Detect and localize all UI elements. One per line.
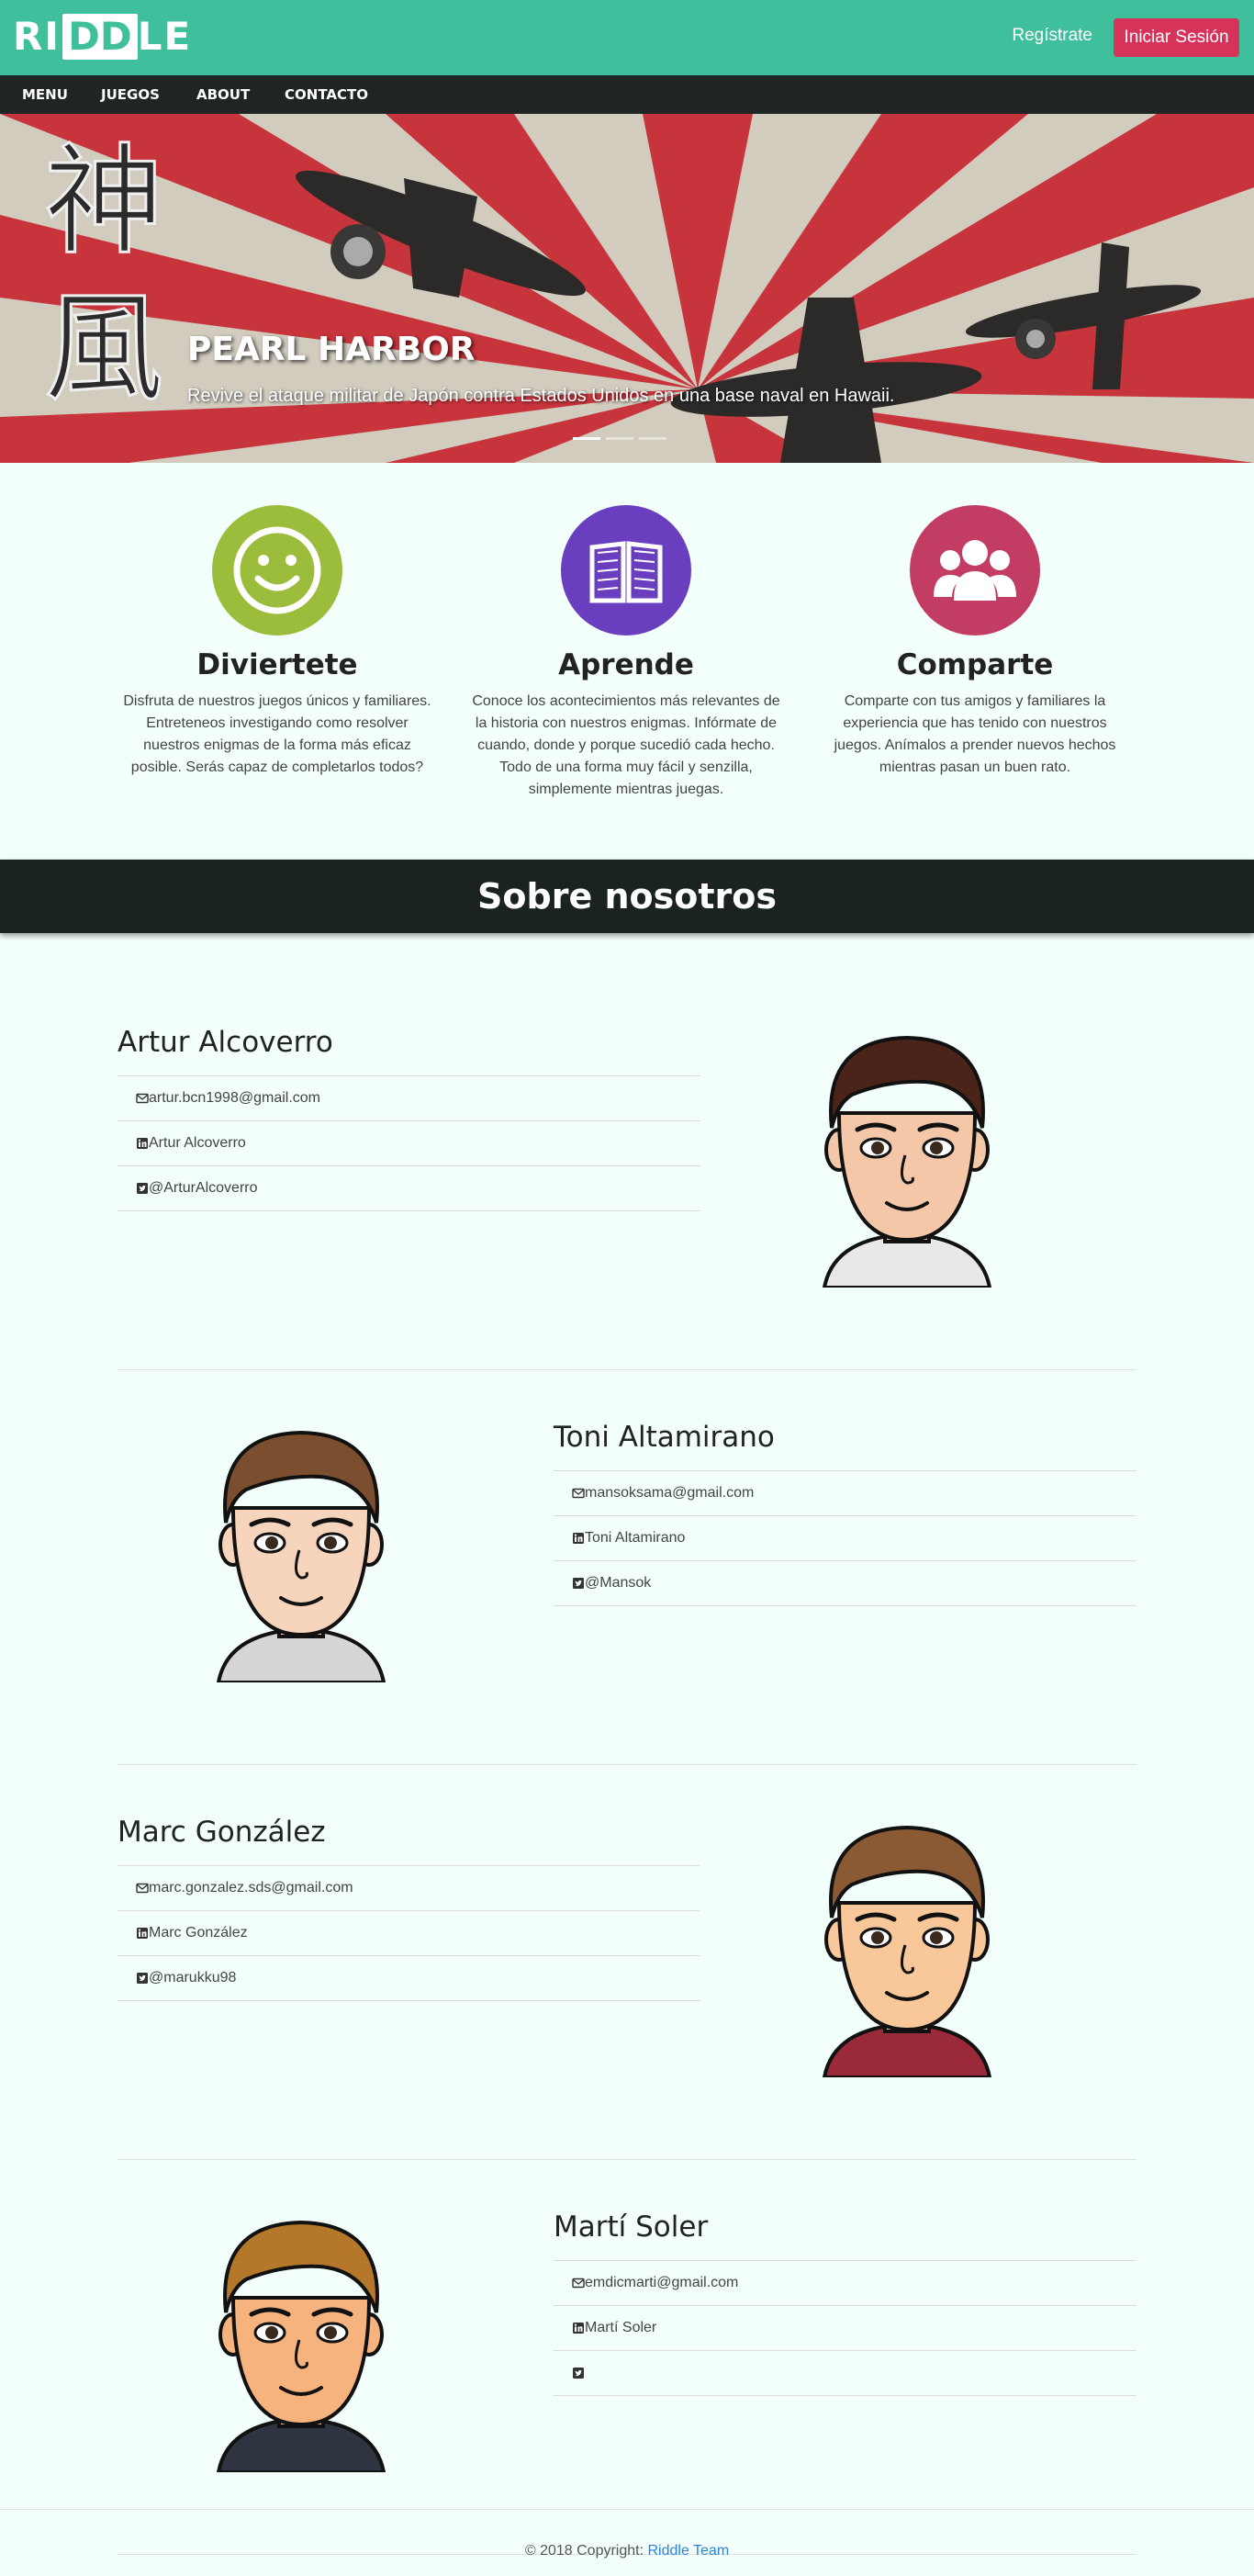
- register-link[interactable]: Regístrate: [1012, 26, 1092, 46]
- feature-title: Comparte: [896, 648, 1054, 681]
- twitter-icon: [137, 1973, 148, 1984]
- feature-comparte: Comparte Comparte con tus amigos y famil…: [810, 505, 1140, 779]
- member-twitter-link[interactable]: @ArturAlcoverro: [149, 1166, 258, 1210]
- envelope-icon: [136, 1093, 149, 1104]
- carousel-dot-1[interactable]: [573, 437, 600, 440]
- feature-title: Diviertete: [196, 648, 358, 681]
- linkedin-icon: [137, 1138, 148, 1149]
- member-name: Marc González: [118, 1816, 326, 1849]
- member-email-link[interactable]: mansoksama@gmail.com: [585, 1471, 754, 1515]
- envelope-icon: [572, 2278, 585, 2289]
- member-twitter-link[interactable]: @marukku98: [149, 1956, 236, 2000]
- member-linkedin-item: Martí Soler: [554, 2306, 1136, 2351]
- top-header: RI DD LE Regístrate Iniciar Sesión: [0, 0, 1254, 75]
- member-avatar: [806, 1811, 1008, 2079]
- contact-list: emdicmarti@gmail.com Martí Soler: [554, 2260, 1136, 2396]
- hero-carousel[interactable]: 神 風 PEARL HARBOR Revive el ataque milita…: [0, 114, 1254, 463]
- linkedin-icon: [137, 1928, 148, 1939]
- hero-title: PEARL HARBOR: [187, 331, 476, 368]
- copyright-text: © 2018 Copyright:: [524, 2543, 644, 2559]
- smiley-icon: [212, 505, 342, 636]
- member-linkedin-link[interactable]: Marc González: [149, 1911, 248, 1955]
- book-icon: [561, 505, 691, 636]
- twitter-icon: [573, 1578, 584, 1589]
- carousel-indicators: [573, 437, 666, 440]
- member-email-item: emdicmarti@gmail.com: [554, 2261, 1136, 2306]
- contact-list: marc.gonzalez.sds@gmail.com Marc González…: [118, 1865, 700, 2001]
- feature-diviertete: Diviertete Disfruta de nuestros juegos ú…: [112, 505, 442, 779]
- member-twitter-item: @Mansok: [554, 1561, 1136, 1606]
- nav-menu[interactable]: MENU: [22, 75, 68, 114]
- member-twitter-link[interactable]: @Mansok: [585, 1561, 651, 1605]
- member-avatar: [200, 1416, 402, 1684]
- hero-image: 神 風: [0, 114, 1254, 463]
- member-email-link[interactable]: marc.gonzalez.sds@gmail.com: [149, 1866, 353, 1910]
- member-avatar: [806, 1021, 1008, 1289]
- member-email-link[interactable]: artur.bcn1998@gmail.com: [149, 1076, 320, 1120]
- footer: © 2018 Copyright: Riddle Team: [0, 2509, 1254, 2576]
- member-linkedin-link[interactable]: Toni Altamirano: [585, 1516, 685, 1560]
- member-email-item: mansoksama@gmail.com: [554, 1471, 1136, 1516]
- riddle-logo[interactable]: RI DD LE: [13, 14, 192, 60]
- feature-title: Aprende: [558, 648, 694, 681]
- hero-subtitle: Revive el ataque militar de Japón contra…: [187, 386, 895, 406]
- nav-contacto[interactable]: CONTACTO: [285, 75, 368, 114]
- member-twitter-item: @marukku98: [118, 1956, 700, 2001]
- about-section-header: Sobre nosotros: [0, 860, 1254, 933]
- feature-text: Comparte con tus amigos y familiares la …: [834, 693, 1116, 775]
- footer-team-link[interactable]: Riddle Team: [648, 2543, 730, 2559]
- member-twitter-item: [554, 2351, 1136, 2396]
- member-twitter-item: @ArturAlcoverro: [118, 1166, 700, 1211]
- envelope-icon: [136, 1883, 149, 1894]
- feature-text: Disfruta de nuestros juegos únicos y fam…: [123, 693, 431, 775]
- svg-text:風: 風: [44, 278, 163, 418]
- about-title: Sobre nosotros: [477, 876, 777, 917]
- member-linkedin-link[interactable]: Martí Soler: [585, 2306, 656, 2350]
- twitter-icon: [573, 2368, 584, 2379]
- member-email-item: artur.bcn1998@gmail.com: [118, 1076, 700, 1121]
- main-nav: MENU JUEGOS ABOUT CONTACTO: [0, 75, 1254, 114]
- member-card: Marc González marc.gonzalez.sds@gmail.com…: [118, 1765, 1136, 2160]
- member-email-item: marc.gonzalez.sds@gmail.com: [118, 1866, 700, 1911]
- feature-text: Conoce los acontecimientos más relevante…: [472, 693, 780, 797]
- twitter-icon: [137, 1183, 148, 1194]
- member-info: Martí Soler emdicmarti@gmail.com Martí Sol…: [554, 2210, 1136, 2396]
- member-name: Toni Altamirano: [554, 1421, 775, 1454]
- contact-list: artur.bcn1998@gmail.com Artur Alcoverro @A…: [118, 1075, 700, 1211]
- member-card: Toni Altamirano mansoksama@gmail.com Toni …: [118, 1370, 1136, 1765]
- member-card: Martí Soler emdicmarti@gmail.com Martí Sol…: [118, 2160, 1136, 2555]
- member-card: Artur Alcoverro artur.bcn1998@gmail.com Ar…: [118, 975, 1136, 1370]
- member-linkedin-item: Marc González: [118, 1911, 700, 1956]
- nav-about[interactable]: ABOUT: [196, 75, 250, 114]
- member-email-link[interactable]: emdicmarti@gmail.com: [585, 2261, 738, 2305]
- group-icon: [910, 505, 1040, 636]
- carousel-dot-2[interactable]: [606, 437, 633, 440]
- member-name: Artur Alcoverro: [118, 1026, 333, 1059]
- member-linkedin-item: Artur Alcoverro: [118, 1121, 700, 1166]
- member-linkedin-link[interactable]: Artur Alcoverro: [149, 1121, 246, 1165]
- envelope-icon: [572, 1488, 585, 1499]
- contact-list: mansoksama@gmail.com Toni Altamirano @Mans…: [554, 1470, 1136, 1606]
- carousel-dot-3[interactable]: [639, 437, 666, 440]
- member-name: Martí Soler: [554, 2210, 709, 2244]
- member-info: Toni Altamirano mansoksama@gmail.com Toni …: [554, 1421, 1136, 1606]
- member-linkedin-item: Toni Altamirano: [554, 1516, 1136, 1561]
- linkedin-icon: [573, 1533, 584, 1544]
- feature-aprende: Aprende Conoce los acontecimientos más r…: [461, 505, 791, 801]
- member-info: Marc González marc.gonzalez.sds@gmail.com…: [118, 1816, 700, 2001]
- linkedin-icon: [573, 2323, 584, 2334]
- member-avatar: [200, 2206, 402, 2474]
- svg-text:神: 神: [44, 131, 163, 271]
- login-button[interactable]: Iniciar Sesión: [1114, 18, 1239, 57]
- member-info: Artur Alcoverro artur.bcn1998@gmail.com Ar…: [118, 1026, 700, 1211]
- nav-juegos[interactable]: JUEGOS: [101, 75, 160, 114]
